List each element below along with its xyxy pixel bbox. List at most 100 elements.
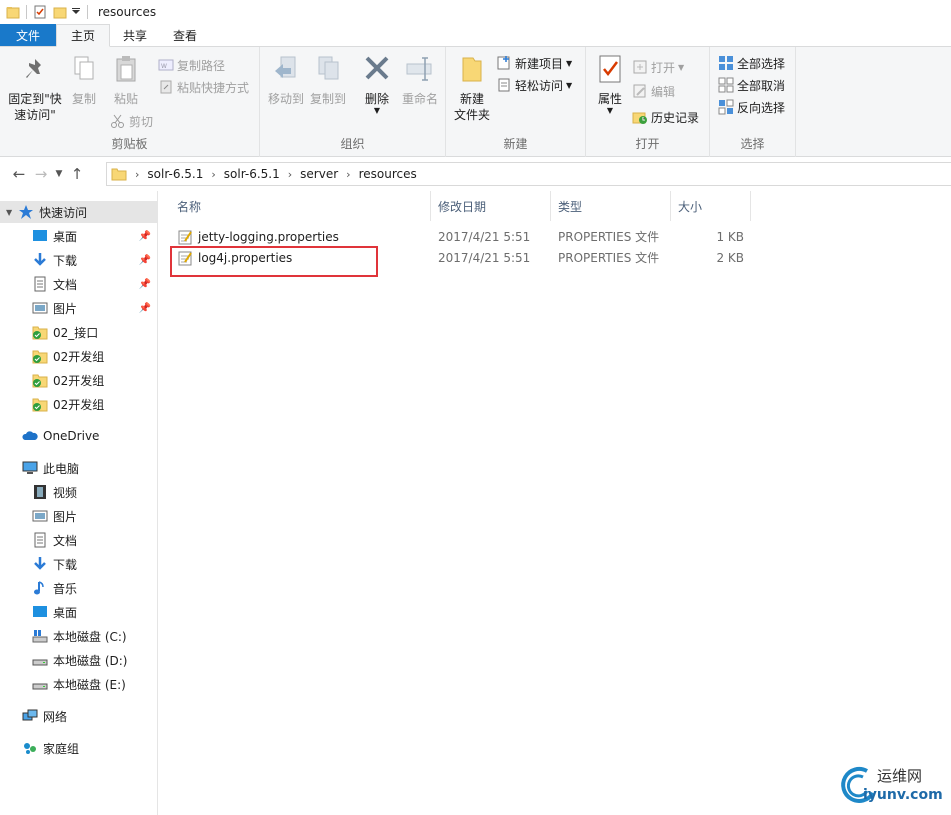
sidebar-item-label: 02开发组 [53,397,105,412]
breadcrumb-separator-icon[interactable]: › [211,168,215,181]
file-row[interactable]: jetty-logging.properties 2017/4/21 5:51 … [170,226,744,247]
title-bar: resources [0,0,951,24]
synced-folder-icon [32,398,48,412]
breadcrumb-item-current[interactable]: resources [359,167,417,181]
paste-icon [116,56,136,82]
forward-arrow-icon[interactable]: → [30,165,52,183]
copy-path-button[interactable]: W 复制路径 [158,55,225,75]
breadcrumb-separator-icon[interactable]: › [288,168,292,181]
sidebar-item-homegroup[interactable]: 家庭组 [22,737,157,759]
breadcrumb-separator-icon[interactable]: › [135,168,139,181]
sidebar-item-folder[interactable]: 02开发组 [32,369,157,391]
breadcrumb-separator-icon[interactable]: › [346,168,350,181]
open-button[interactable]: 打开 ▼ [632,57,684,77]
download-icon [34,253,46,266]
sidebar-item-downloads[interactable]: 下载 [32,553,157,575]
ribbon-tabs: 文件 主页 共享 查看 [0,24,951,47]
pin-quick-access-button[interactable]: 固定到"快 速访问" [6,53,64,123]
invert-selection-button[interactable]: 反向选择 [718,97,785,117]
sidebar-item-pictures[interactable]: 图片 [32,505,157,527]
paste-label: 粘贴 [113,92,138,106]
column-header-date[interactable]: 修改日期 [431,191,551,221]
rename-button[interactable]: 重命名 [398,53,442,107]
sidebar-item-quick-access[interactable]: ▼ 快速访问 [0,201,157,223]
easy-access-button[interactable]: 轻松访问 ▼ [496,75,572,95]
folder-icon [111,168,127,181]
sidebar-item-music[interactable]: 音乐 [32,577,157,599]
select-group-label: 选择 [740,137,765,151]
expand-chevron-icon[interactable]: ▼ [6,208,12,217]
sidebar-item-drive-e[interactable]: 本地磁盘 (E:) [32,673,157,695]
sidebar-item-documents[interactable]: 文档 📌 [32,273,157,295]
file-modified: 2017/4/21 5:51 [438,229,531,244]
column-header-size[interactable]: 大小 [671,191,751,221]
sidebar-item-desktop[interactable]: 桌面 📌 [32,225,157,247]
pin-icon[interactable]: 📌 [139,231,151,242]
select-none-button[interactable]: 全部取消 [718,75,785,95]
properties-file-icon [178,230,192,244]
watermark: 运维网 iyunv.com [837,763,947,811]
quick-access-dropdown-icon[interactable] [71,5,81,19]
sidebar-item-documents[interactable]: 文档 [32,529,157,551]
delete-button[interactable]: 删除 ▼ [360,53,394,115]
history-button[interactable]: 历史记录 [632,107,699,127]
history-label: 历史记录 [651,110,700,125]
column-header-row: 名称 修改日期 类型 大小 [170,191,751,221]
sidebar-item-onedrive[interactable]: OneDrive [22,425,157,447]
file-type: PROPERTIES 文件 [558,230,660,244]
sidebar-item-drive-d[interactable]: 本地磁盘 (D:) [32,649,157,671]
sidebar-item-folder[interactable]: 02开发组 [32,393,157,415]
breadcrumb-item[interactable]: solr-6.5.1 [147,167,203,181]
scissors-icon [111,114,124,128]
properties-quick-icon[interactable] [33,5,47,19]
select-all-button[interactable]: 全部选择 [718,53,785,73]
select-none-icon [718,77,734,93]
sidebar-item-label: 桌面 [53,605,78,620]
copy-button[interactable]: 复制 [66,53,102,107]
up-arrow-icon[interactable]: ↑ [66,165,88,183]
select-none-label: 全部取消 [737,78,786,93]
new-item-button[interactable]: 新建项目 ▼ [496,53,572,73]
tab-view[interactable]: 查看 [160,24,210,46]
properties-dropdown-icon[interactable]: ▼ [592,107,628,115]
copy-to-button[interactable]: 复制到 [308,53,348,107]
sidebar-item-network[interactable]: 网络 [22,705,157,727]
sidebar-item-downloads[interactable]: 下载 📌 [32,249,157,271]
recent-locations-chevron-icon[interactable]: ▼ [52,169,66,179]
delete-dropdown-icon[interactable]: ▼ [360,107,394,115]
document-icon [34,532,46,548]
column-header-name[interactable]: 名称 [170,191,431,221]
pin-icon[interactable]: 📌 [139,279,151,290]
tab-file[interactable]: 文件 [0,24,56,46]
edit-button[interactable]: 编辑 [632,81,675,101]
pin-icon[interactable]: 📌 [139,303,151,314]
sidebar-item-drive-c[interactable]: 本地磁盘 (C:) [32,625,157,647]
new-folder-button[interactable]: 新建 文件夹 [452,53,492,123]
paste-shortcut-button[interactable]: 粘贴快捷方式 [158,77,249,97]
tab-share[interactable]: 共享 [110,24,160,46]
sidebar-item-videos[interactable]: 视频 [32,481,157,503]
sidebar-item-pictures[interactable]: 图片 📌 [32,297,157,319]
sidebar-item-this-pc[interactable]: 此电脑 [22,457,157,479]
sidebar-item-label: OneDrive [43,429,100,443]
svg-text:W: W [161,63,167,70]
sidebar-item-folder[interactable]: 02_接口 [32,321,157,343]
clipboard-group: 固定到"快 速访问" 复制 粘贴 W 复制路径 粘贴快捷方式 剪切 剪贴板 [0,47,260,157]
pin-icon[interactable]: 📌 [139,255,151,266]
new-folder-line1: 新建 [459,92,484,106]
select-all-icon [719,56,733,70]
breadcrumb-item[interactable]: solr-6.5.1 [224,167,280,181]
cut-button[interactable]: 剪切 [110,111,153,131]
back-arrow-icon[interactable]: ← [8,165,30,183]
move-to-button[interactable]: 移动到 [266,53,306,107]
column-header-type[interactable]: 类型 [551,191,671,221]
address-bar[interactable]: › solr-6.5.1 › solr-6.5.1 › server › res… [106,162,951,186]
copy-to-label: 复制到 [309,92,346,106]
new-folder-quick-icon[interactable] [53,5,67,19]
paste-button[interactable]: 粘贴 [108,53,144,107]
breadcrumb-item[interactable]: server [300,167,338,181]
properties-button[interactable]: 属性 ▼ [592,53,628,115]
sidebar-item-desktop[interactable]: 桌面 [32,601,157,623]
sidebar-item-folder[interactable]: 02开发组 [32,345,157,367]
tab-home[interactable]: 主页 [56,24,110,47]
